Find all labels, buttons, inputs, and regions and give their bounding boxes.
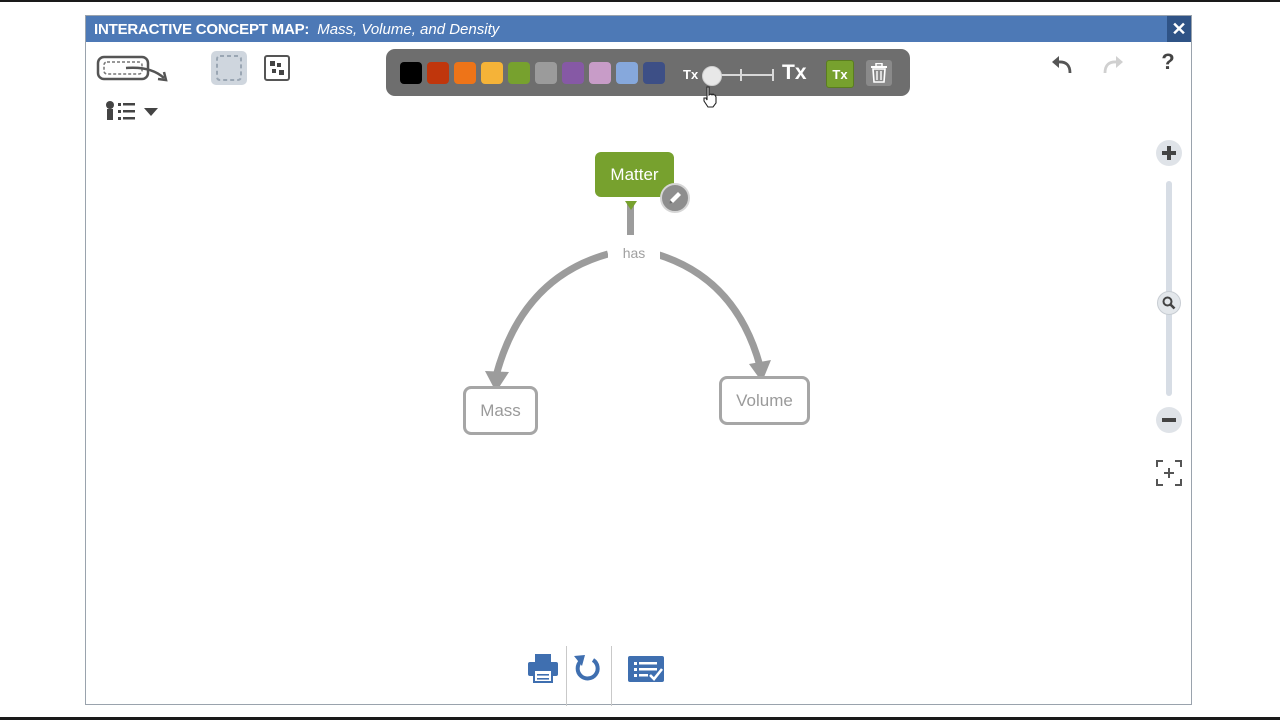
zoom-in-button[interactable] xyxy=(1155,139,1183,167)
checklist-icon xyxy=(628,656,664,682)
fit-screen-icon xyxy=(1156,460,1182,486)
fit-to-screen-button[interactable] xyxy=(1156,460,1182,486)
print-button[interactable] xyxy=(526,652,560,684)
concept-map-window: INTERACTIVE CONCEPT MAP: Mass, Volume, a… xyxy=(85,15,1192,706)
zoom-in-icon xyxy=(1156,140,1182,166)
top-rule xyxy=(0,0,1280,2)
node-volume[interactable]: Volume xyxy=(719,376,810,425)
zoom-out-button[interactable] xyxy=(1155,406,1183,434)
edit-node-button[interactable] xyxy=(660,183,690,213)
node-mass[interactable]: Mass xyxy=(463,386,538,435)
concept-links xyxy=(485,202,771,392)
link-to-mass[interactable] xyxy=(492,250,609,377)
link-to-volume[interactable] xyxy=(654,250,764,367)
reset-icon xyxy=(574,655,600,681)
link-label-has[interactable]: has xyxy=(608,245,660,261)
node-connector-handle[interactable] xyxy=(625,201,637,211)
footer-divider xyxy=(611,646,612,706)
zoom-out-icon xyxy=(1156,407,1182,433)
reset-button[interactable] xyxy=(570,652,602,684)
footer-divider xyxy=(566,646,567,706)
zoom-slider-track[interactable] xyxy=(1166,181,1172,396)
print-icon xyxy=(528,654,558,683)
zoom-slider-knob[interactable] xyxy=(1157,291,1181,315)
pencil-icon xyxy=(669,192,681,204)
magnifier-icon xyxy=(1157,291,1181,315)
checklist-button[interactable] xyxy=(627,653,667,685)
